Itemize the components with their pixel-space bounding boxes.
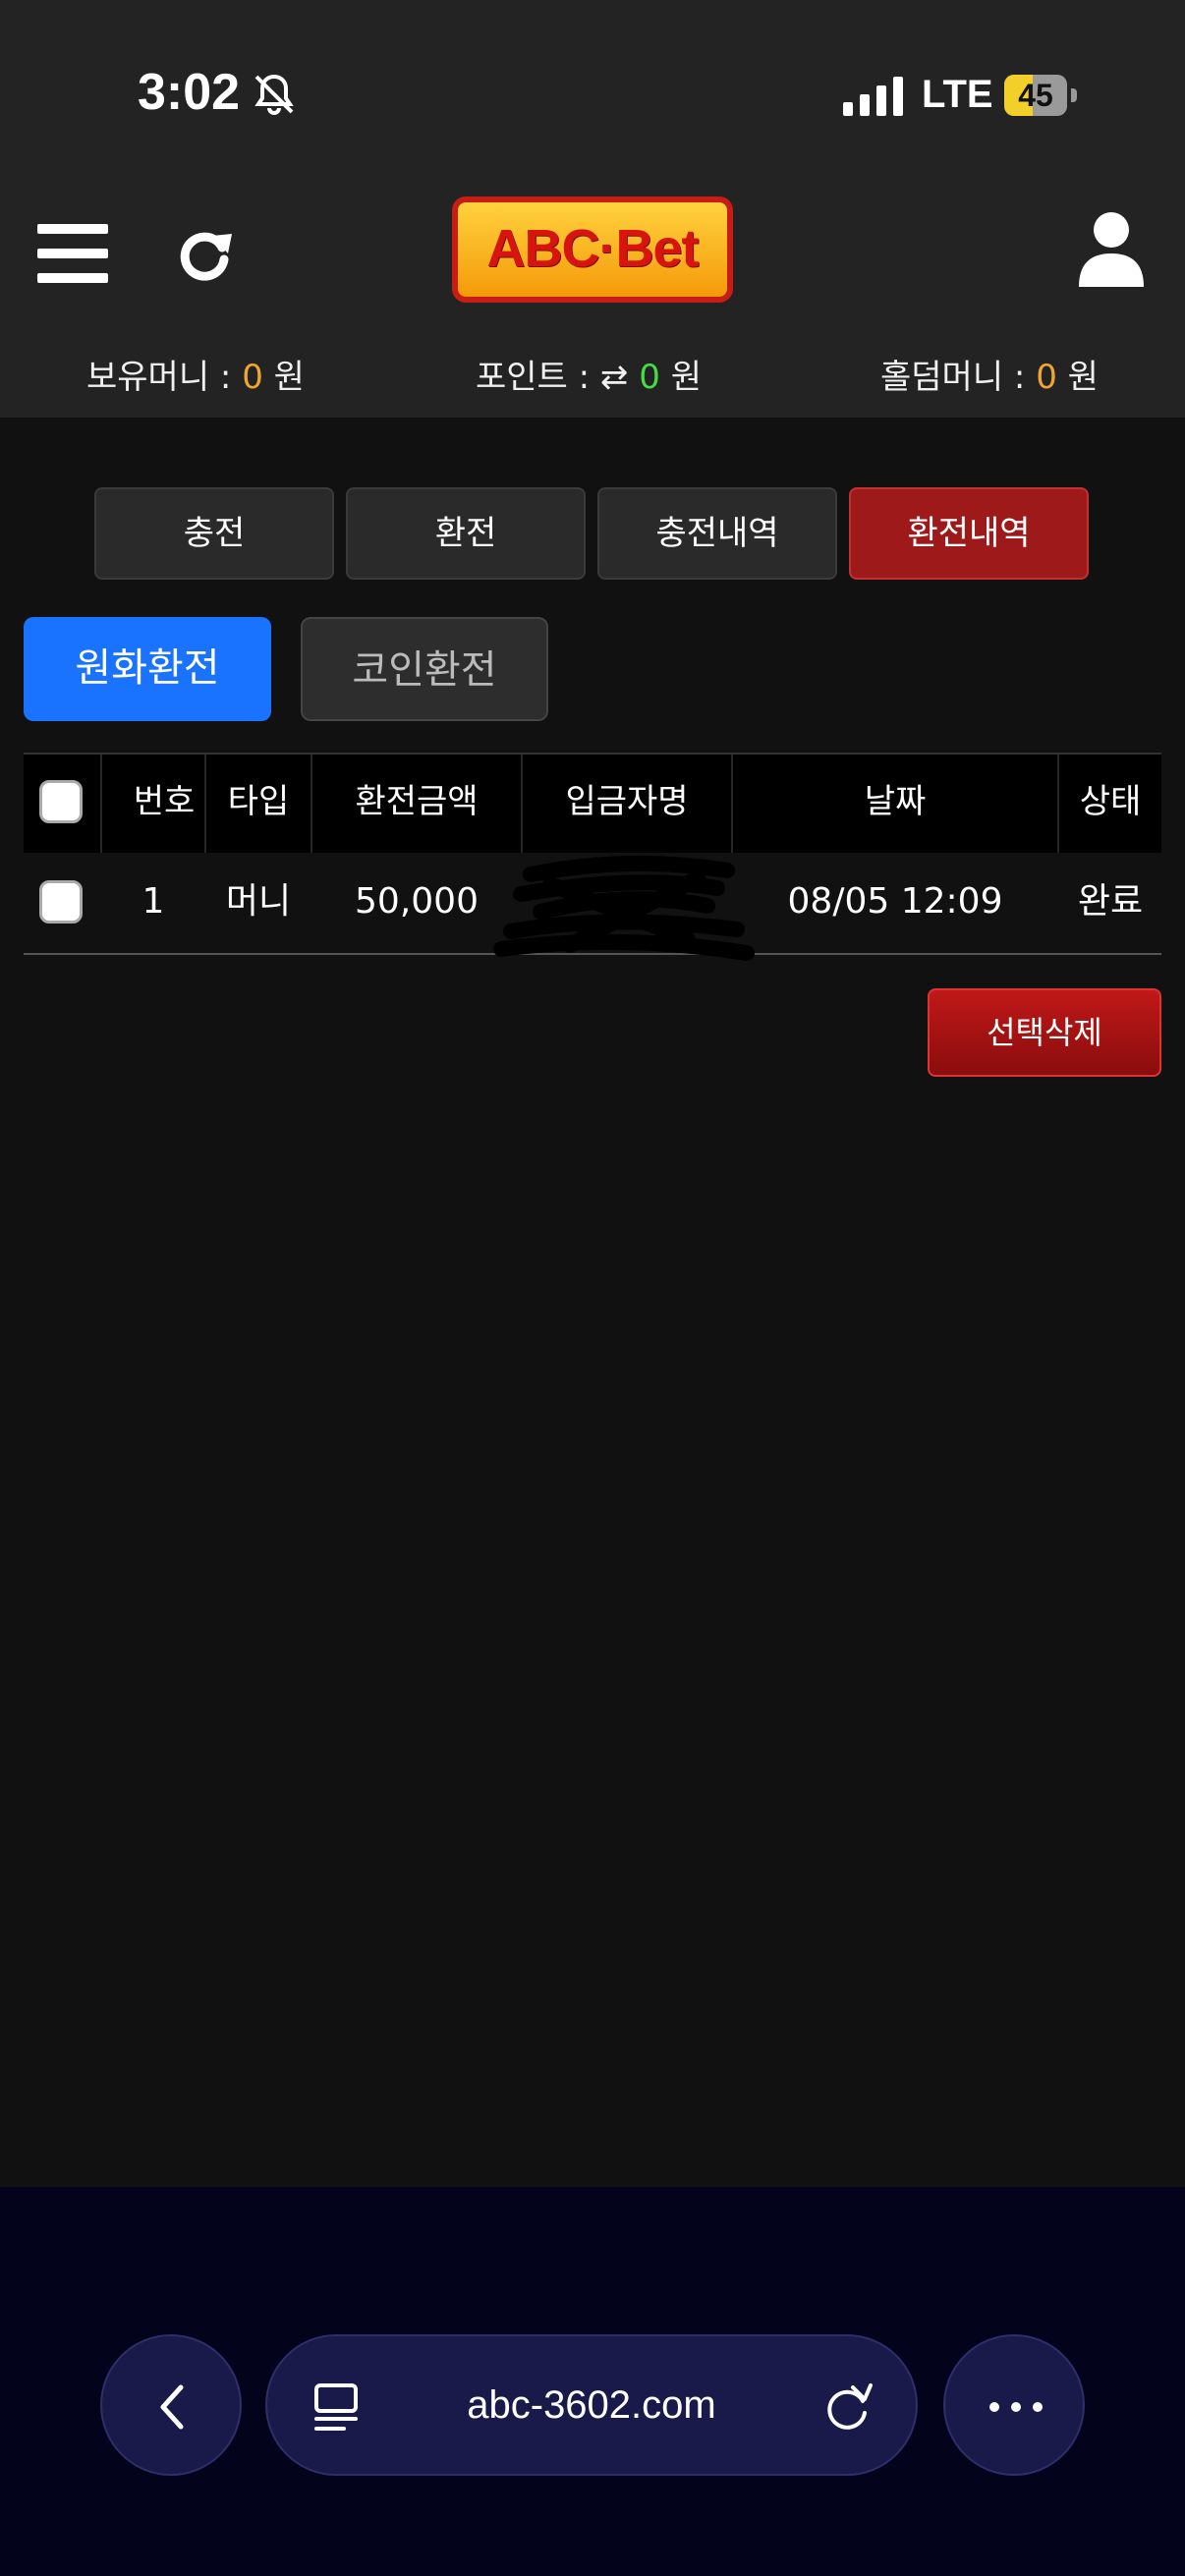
money-value: 0	[242, 358, 263, 397]
bell-muted-icon	[254, 74, 294, 115]
money-label: 보유머니 :	[86, 358, 232, 397]
cell-amount: 50,000	[355, 881, 479, 922]
holdem-unit: 원	[1067, 358, 1099, 397]
holdem-label: 홀덤머니 :	[880, 358, 1026, 397]
back-button[interactable]	[100, 2334, 242, 2476]
cell-type: 머니	[225, 881, 292, 922]
select-all-checkbox[interactable]	[39, 780, 83, 823]
column-header-depositor: 입금자명	[565, 782, 689, 821]
cell-date: 08/05 12:09	[787, 881, 1003, 922]
holdem-balance: 홀덤머니 : 0 원	[880, 350, 1099, 398]
site-logo[interactable]: ABC·Bet	[452, 196, 733, 303]
tab-deposit-history[interactable]: 충전내역	[597, 487, 837, 580]
table-header: 번호 타입 환전금액 입금자명 날짜 상태	[24, 753, 1161, 853]
point-balance: 포인트 : ⇄ 0 원	[476, 350, 702, 398]
signal-icon	[843, 77, 903, 116]
url-text: abc-3602.com	[467, 2383, 716, 2427]
refresh-icon[interactable]	[173, 222, 236, 285]
user-profile-icon[interactable]	[1077, 210, 1146, 289]
point-unit: 원	[670, 358, 702, 397]
money-balance: 보유머니 : 0 원	[86, 350, 305, 398]
battery-text: 45	[1018, 78, 1053, 113]
point-label: 포인트 :	[476, 358, 591, 397]
status-time: 3:02	[138, 64, 241, 121]
tab-withdraw[interactable]: 환전	[346, 487, 586, 580]
chevron-left-icon	[160, 2384, 184, 2430]
cell-number: 1	[141, 881, 165, 922]
reload-icon[interactable]	[819, 2380, 875, 2435]
balance-row: 보유머니 : 0 원 포인트 : ⇄ 0 원 홀덤머니 : 0 원	[0, 350, 1185, 399]
network-type: LTE	[922, 73, 993, 116]
cell-status: 완료	[1077, 881, 1144, 922]
exchange-arrows-icon[interactable]: ⇄	[600, 358, 629, 397]
holdem-value: 0	[1036, 358, 1057, 397]
point-value: 0	[639, 358, 660, 397]
tab-withdraw-history[interactable]: 환전내역	[849, 487, 1089, 580]
address-bar[interactable]: abc-3602.com	[265, 2334, 918, 2476]
column-header-amount: 환전금액	[355, 782, 479, 821]
tab-deposit[interactable]: 충전	[94, 487, 334, 580]
column-header-type: 타입	[227, 782, 290, 821]
page-format-icon[interactable]	[310, 2380, 366, 2435]
coin-withdraw-button[interactable]: 코인환전	[301, 617, 548, 721]
battery-icon: 45	[1004, 75, 1087, 116]
column-header-date: 날짜	[864, 782, 927, 821]
more-options-button[interactable]	[943, 2334, 1085, 2476]
hamburger-menu-icon[interactable]	[37, 224, 108, 283]
row-checkbox[interactable]	[39, 880, 83, 924]
krw-withdraw-button[interactable]: 원화환전	[24, 617, 271, 721]
app-header: 3:02 LTE 45 ABC·Bet 보유머니 : 0 원 포인트 : ⇄ 0…	[0, 0, 1185, 418]
money-unit: 원	[273, 358, 305, 397]
more-dots-icon	[989, 2402, 1043, 2412]
column-header-status: 상태	[1079, 782, 1142, 821]
delete-selected-button[interactable]: 선택삭제	[928, 988, 1161, 1077]
redaction-scribble	[493, 855, 755, 961]
